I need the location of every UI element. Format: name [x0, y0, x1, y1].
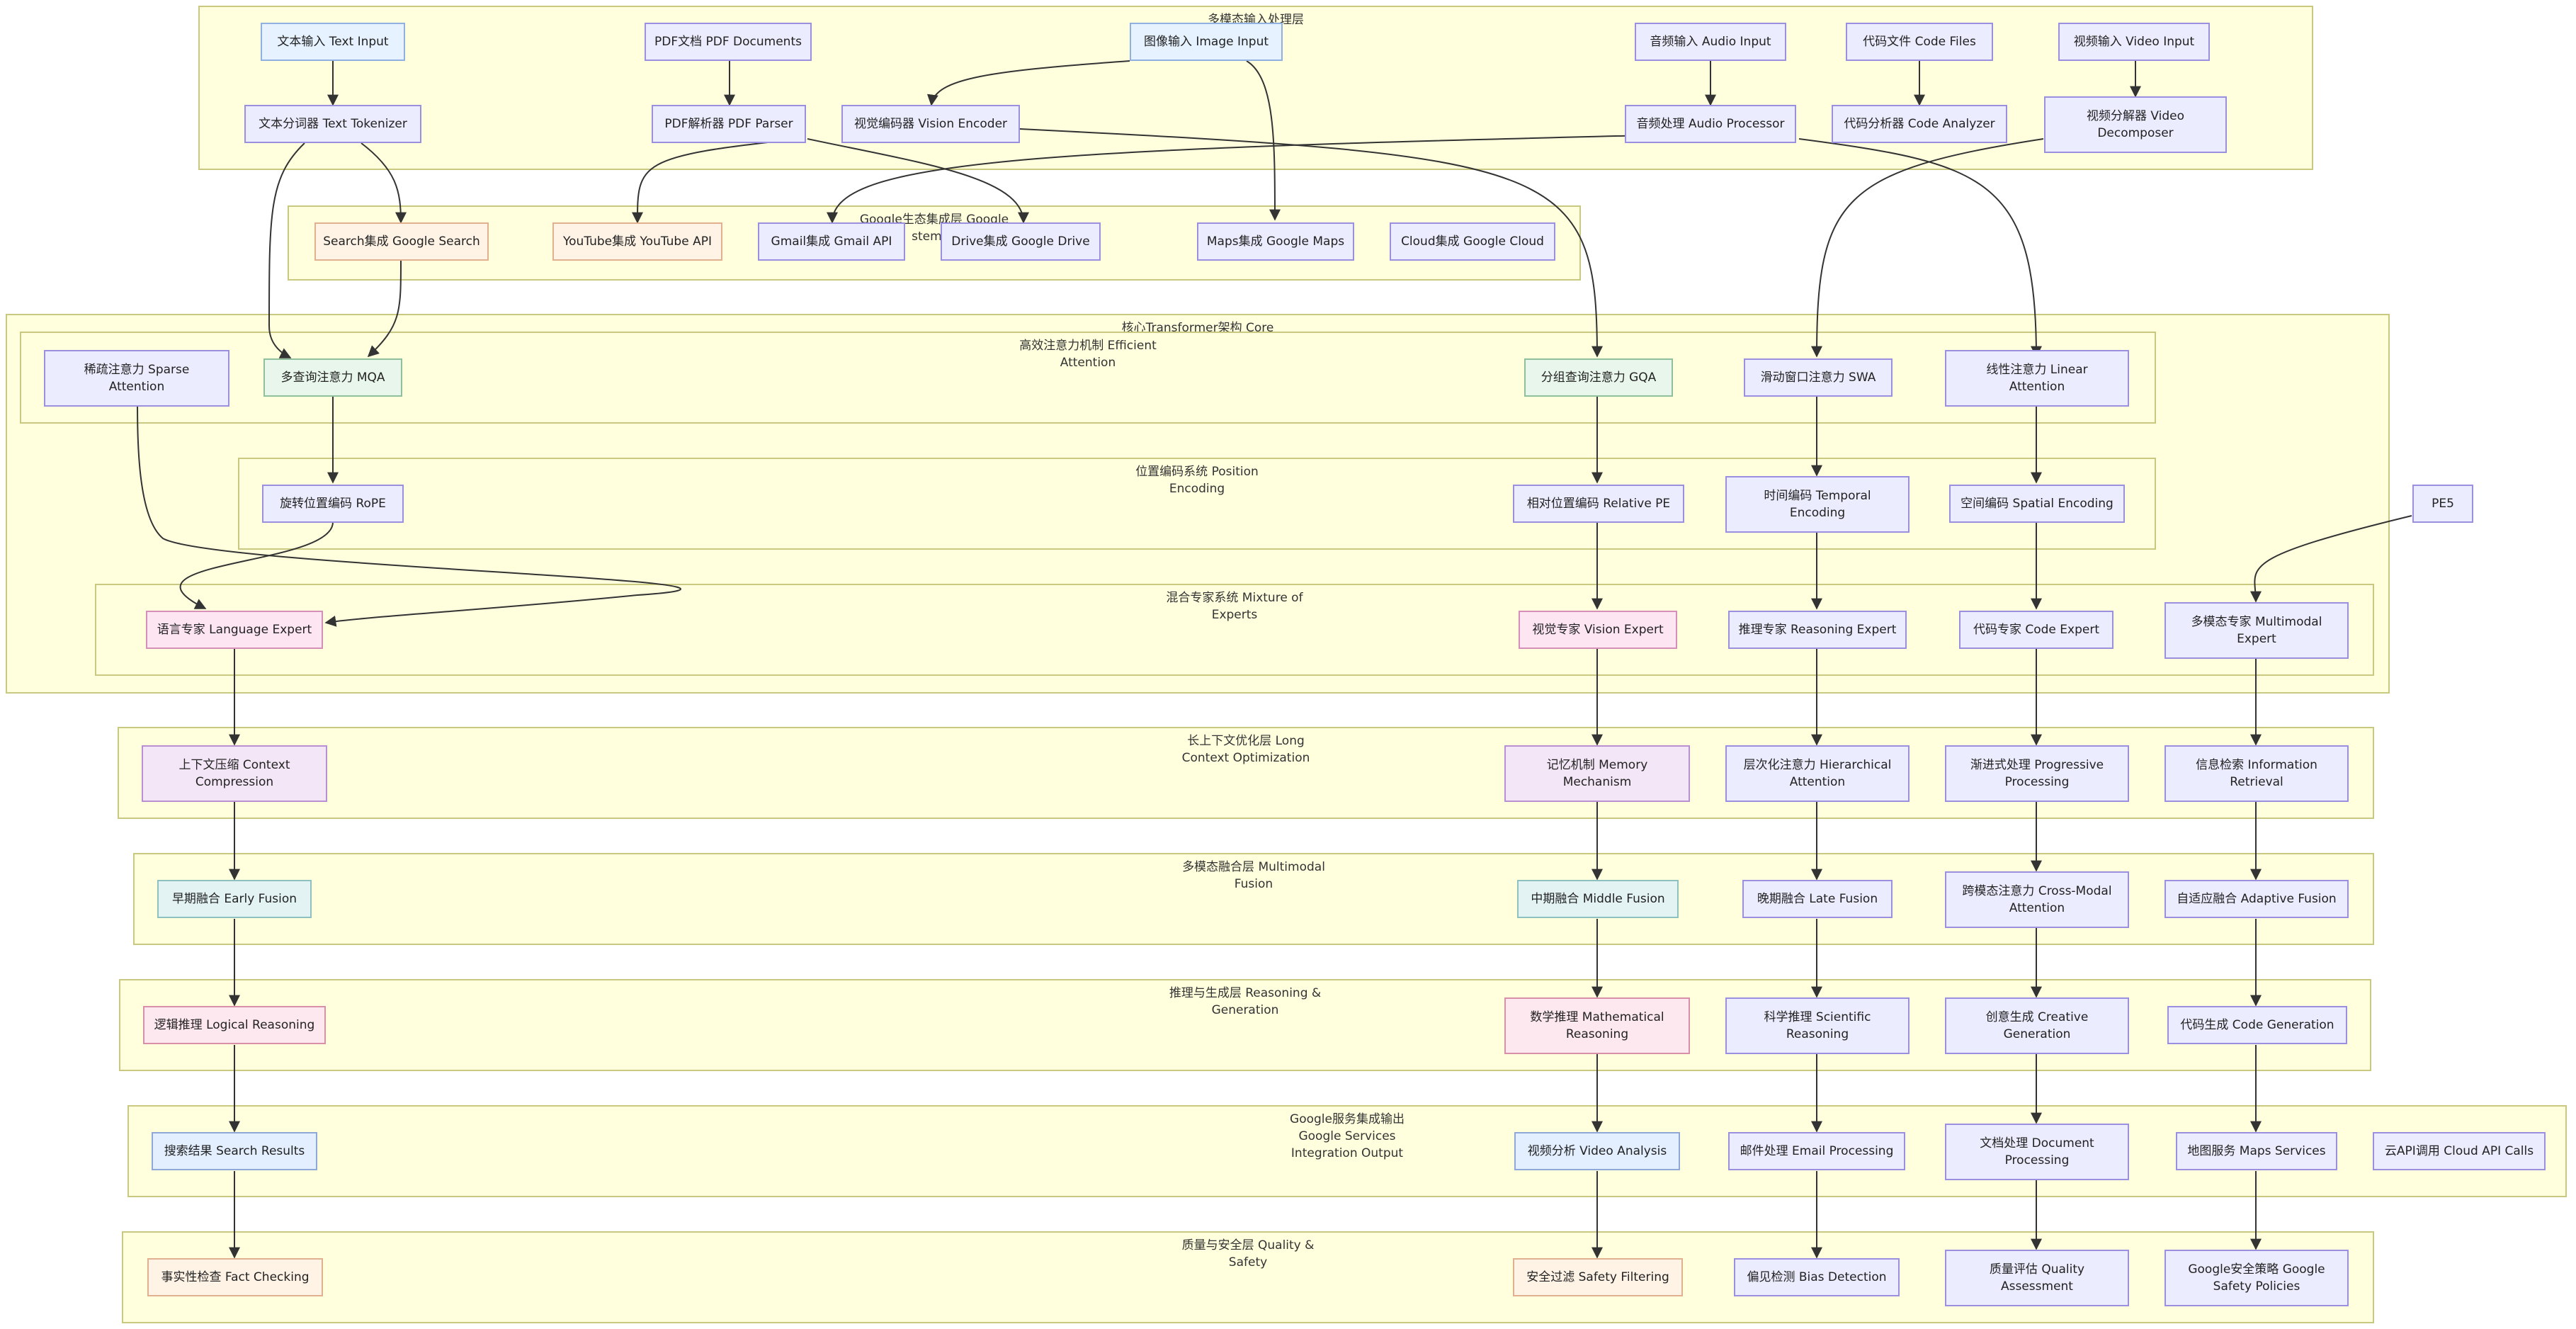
node-scientific-reasoning[interactable]: 科学推理 Scientific Reasoning	[1725, 997, 1910, 1054]
node-maps-services[interactable]: 地图服务 Maps Services	[2176, 1132, 2337, 1170]
node-pe5[interactable]: PE5	[2412, 485, 2473, 523]
node-cross-modal-attention[interactable]: 跨模态注意力 Cross-Modal Attention	[1945, 871, 2129, 928]
node-linear-attention[interactable]: 线性注意力 Linear Attention	[1945, 350, 2129, 407]
node-quality-assessment[interactable]: 质量评估 Quality Assessment	[1945, 1250, 2129, 1306]
node-early-fusion[interactable]: 早期融合 Early Fusion	[157, 880, 312, 918]
node-relative-pe[interactable]: 相对位置编码 Relative PE	[1513, 485, 1684, 523]
node-audio-processor[interactable]: 音频处理 Audio Processor	[1625, 105, 1796, 143]
node-code-generation[interactable]: 代码生成 Code Generation	[2167, 1006, 2347, 1044]
node-google-cloud[interactable]: Cloud集成 Google Cloud	[1390, 222, 1555, 261]
node-audio-input[interactable]: 音频输入 Audio Input	[1635, 23, 1786, 61]
node-pdf-documents[interactable]: PDF文档 PDF Documents	[645, 23, 812, 61]
node-information-retrieval[interactable]: 信息检索 Information Retrieval	[2164, 745, 2349, 802]
node-gqa[interactable]: 分组查询注意力 GQA	[1524, 358, 1673, 397]
node-mqa[interactable]: 多查询注意力 MQA	[263, 358, 402, 397]
node-sparse-attention[interactable]: 稀疏注意力 Sparse Attention	[44, 350, 229, 407]
node-code-files[interactable]: 代码文件 Code Files	[1846, 23, 1993, 61]
node-progressive-processing[interactable]: 渐进式处理 Progressive Processing	[1945, 745, 2129, 802]
node-video-decomposer[interactable]: 视频分解器 Video Decomposer	[2044, 96, 2227, 153]
node-logical-reasoning[interactable]: 逻辑推理 Logical Reasoning	[143, 1006, 326, 1044]
node-reasoning-expert[interactable]: 推理专家 Reasoning Expert	[1728, 611, 1907, 649]
node-image-input[interactable]: 图像输入 Image Input	[1130, 23, 1283, 61]
node-google-maps[interactable]: Maps集成 Google Maps	[1197, 222, 1354, 261]
node-context-compression[interactable]: 上下文压缩 Context Compression	[142, 745, 327, 802]
node-text-tokenizer[interactable]: 文本分词器 Text Tokenizer	[244, 105, 421, 143]
node-email-processing[interactable]: 邮件处理 Email Processing	[1728, 1132, 1905, 1170]
node-late-fusion[interactable]: 晚期融合 Late Fusion	[1742, 880, 1893, 918]
node-mathematical-reasoning[interactable]: 数学推理 Mathematical Reasoning	[1504, 997, 1690, 1054]
node-memory-mechanism[interactable]: 记忆机制 Memory Mechanism	[1504, 745, 1690, 802]
node-language-expert[interactable]: 语言专家 Language Expert	[146, 611, 323, 649]
node-hierarchical-attention[interactable]: 层次化注意力 Hierarchical Attention	[1725, 745, 1910, 802]
node-youtube-api[interactable]: YouTube集成 YouTube API	[552, 222, 722, 261]
node-gmail-api[interactable]: Gmail集成 Gmail API	[758, 222, 905, 261]
node-text-input[interactable]: 文本输入 Text Input	[261, 23, 405, 61]
node-middle-fusion[interactable]: 中期融合 Middle Fusion	[1517, 880, 1679, 918]
node-google-search[interactable]: Search集成 Google Search	[314, 222, 489, 261]
node-creative-generation[interactable]: 创意生成 Creative Generation	[1945, 997, 2129, 1054]
node-vision-expert[interactable]: 视觉专家 Vision Expert	[1519, 611, 1677, 649]
node-rope[interactable]: 旋转位置编码 RoPE	[262, 485, 404, 523]
node-bias-detection[interactable]: 偏见检测 Bias Detection	[1734, 1258, 1900, 1296]
node-fact-checking[interactable]: 事实性检查 Fact Checking	[147, 1258, 323, 1296]
node-temporal-encoding[interactable]: 时间编码 Temporal Encoding	[1725, 476, 1910, 533]
node-document-processing[interactable]: 文档处理 Document Processing	[1945, 1124, 2129, 1180]
node-pdf-parser[interactable]: PDF解析器 PDF Parser	[652, 105, 806, 143]
node-code-analyzer[interactable]: 代码分析器 Code Analyzer	[1832, 105, 2007, 143]
node-google-safety-policies[interactable]: Google安全策略 Google Safety Policies	[2164, 1250, 2349, 1306]
node-code-expert[interactable]: 代码专家 Code Expert	[1959, 611, 2113, 649]
node-safety-filtering[interactable]: 安全过滤 Safety Filtering	[1513, 1258, 1683, 1296]
node-adaptive-fusion[interactable]: 自适应融合 Adaptive Fusion	[2164, 880, 2349, 918]
node-vision-encoder[interactable]: 视觉编码器 Vision Encoder	[841, 105, 1020, 143]
node-google-drive[interactable]: Drive集成 Google Drive	[941, 222, 1101, 261]
node-video-analysis[interactable]: 视频分析 Video Analysis	[1514, 1132, 1680, 1170]
node-search-results[interactable]: 搜索结果 Search Results	[152, 1132, 317, 1170]
node-swa[interactable]: 滑动窗口注意力 SWA	[1744, 358, 1893, 397]
node-video-input[interactable]: 视频输入 Video Input	[2058, 23, 2210, 61]
node-cloud-api-calls[interactable]: 云API调用 Cloud API Calls	[2373, 1132, 2546, 1170]
node-spatial-encoding[interactable]: 空间编码 Spatial Encoding	[1949, 485, 2125, 523]
node-multimodal-expert[interactable]: 多模态专家 Multimodal Expert	[2164, 602, 2349, 659]
